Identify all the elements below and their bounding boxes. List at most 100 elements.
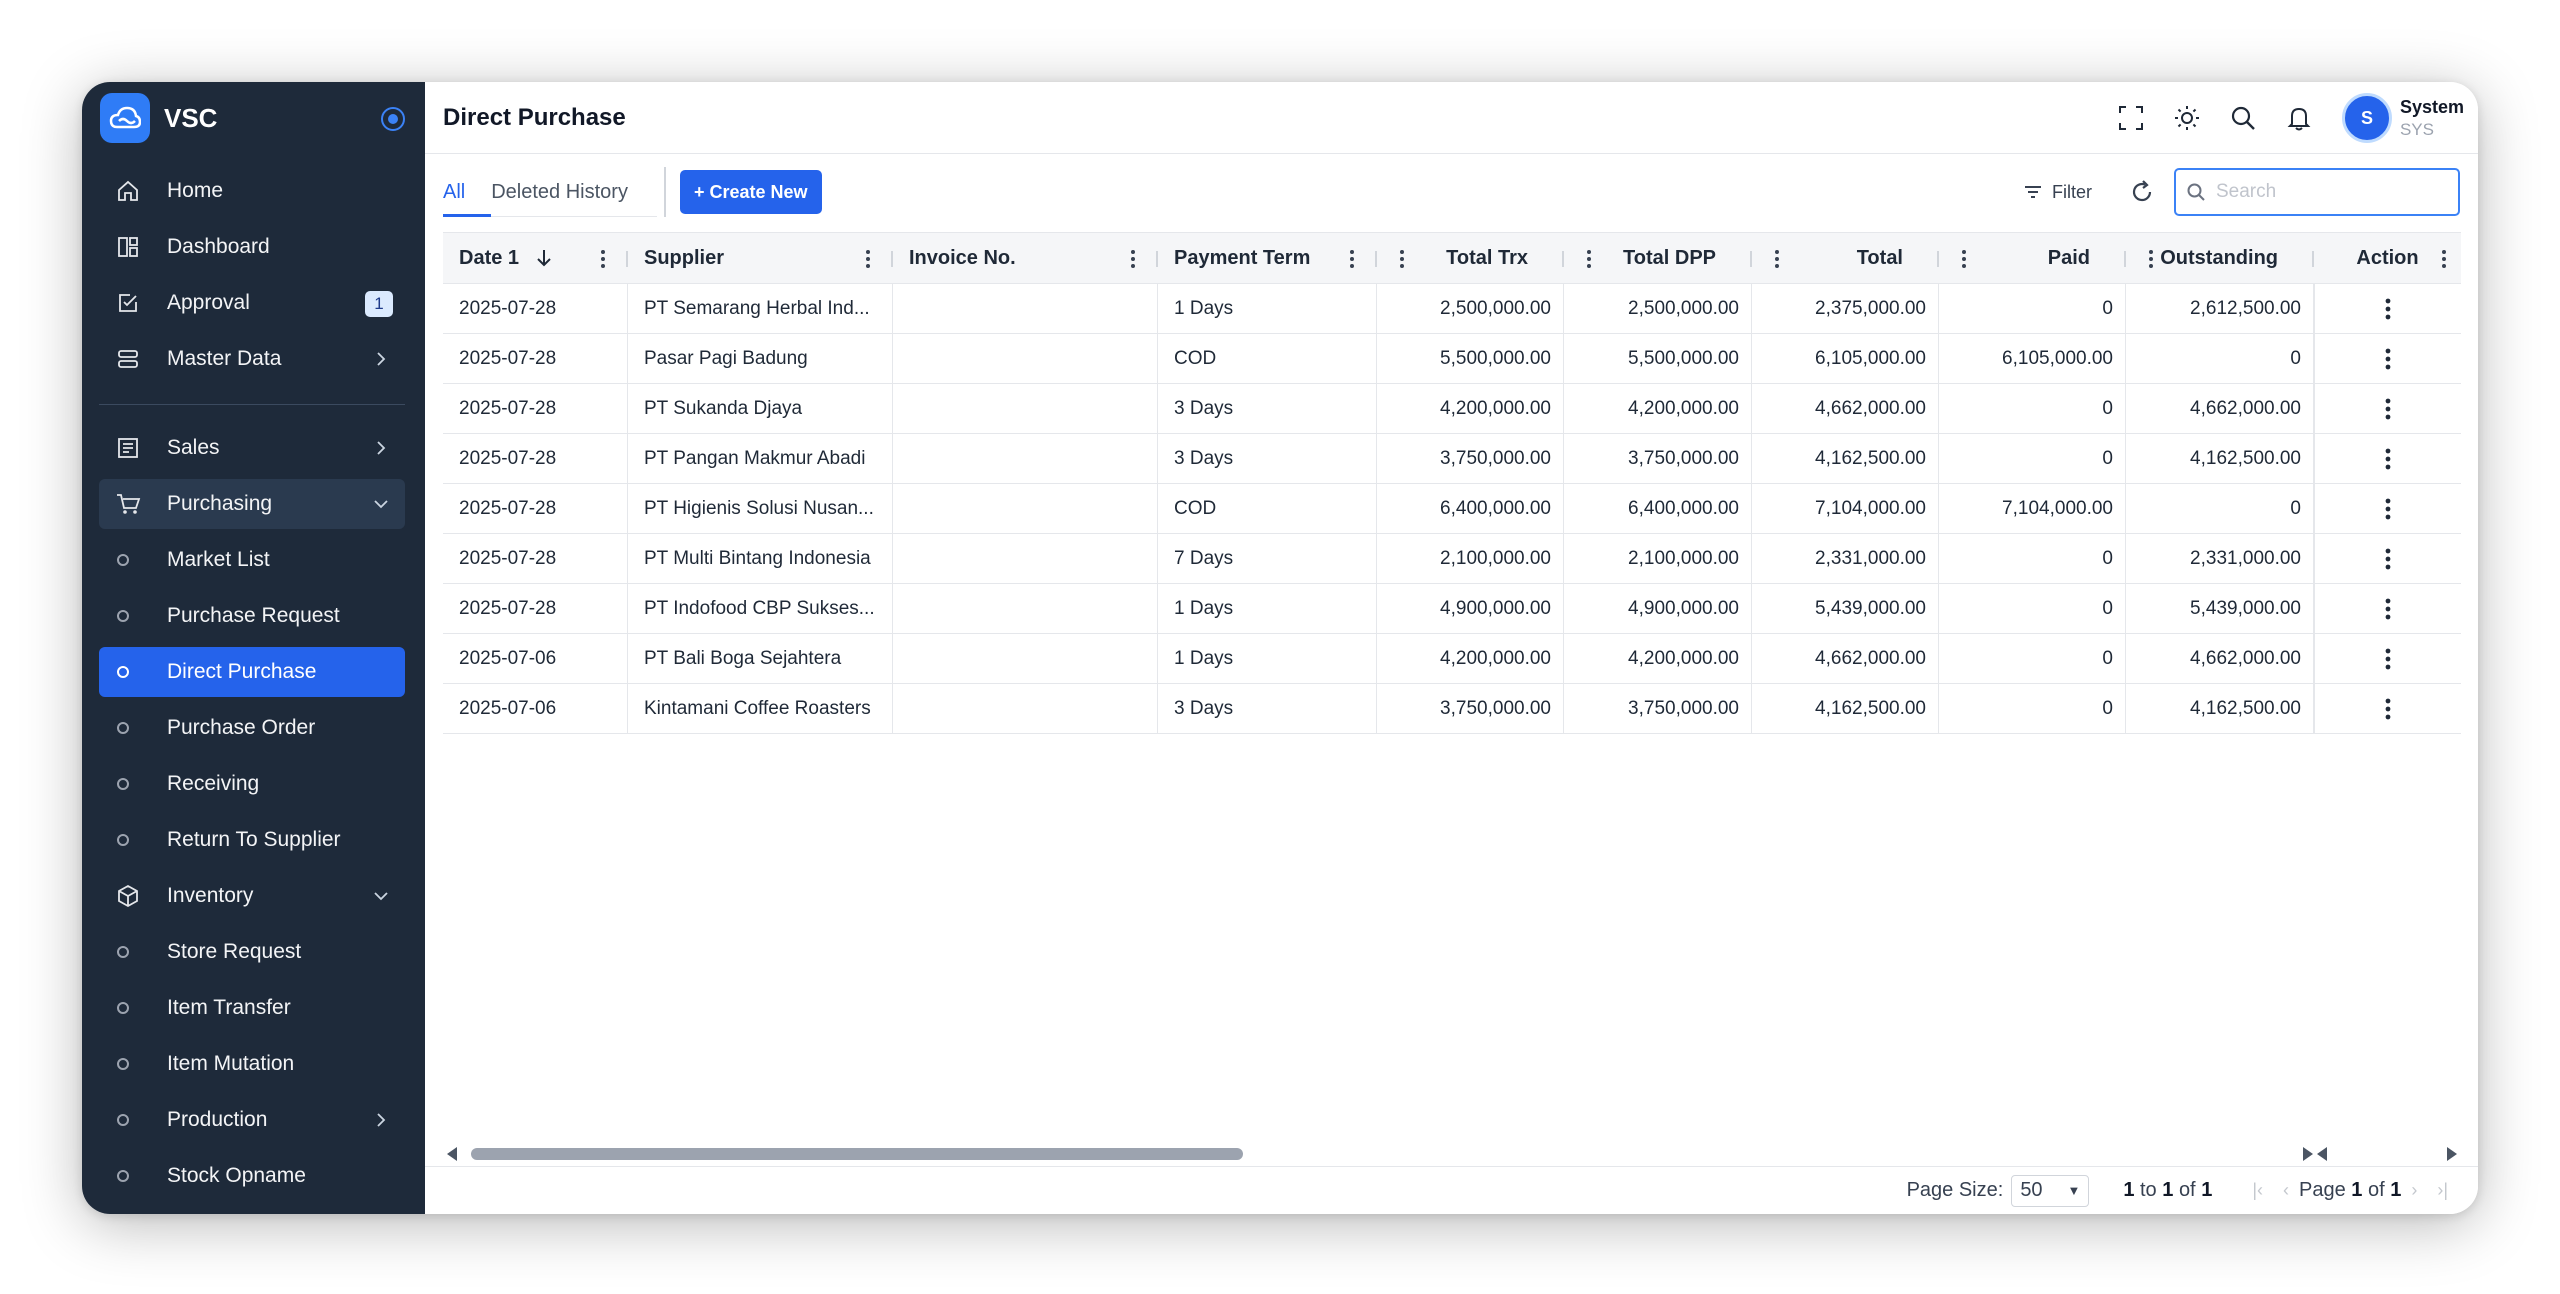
column-menu-icon[interactable] (865, 249, 871, 269)
sidebar-item-receiving[interactable]: Receiving (99, 759, 405, 809)
table-row[interactable]: 2025-07-28 Pasar Pagi Badung COD 5,500,000.… (443, 334, 2461, 384)
row-action-menu-icon[interactable] (2314, 484, 2461, 533)
cell-dpp: 2,500,000.00 (1564, 284, 1752, 333)
cell-invoice (893, 534, 1158, 583)
column-header-total-dpp[interactable]: Total DPP (1564, 233, 1752, 283)
sidebar-item-dashboard[interactable]: Dashboard (99, 222, 405, 272)
sidebar-item-sales[interactable]: Sales (99, 423, 405, 473)
column-menu-icon[interactable] (1586, 249, 1592, 269)
filter-button[interactable]: Filter (2022, 181, 2092, 203)
table-row[interactable]: 2025-07-28 PT Semarang Herbal Ind... 1 Day… (443, 284, 2461, 334)
chevron-down-icon (374, 892, 388, 901)
column-header-date[interactable]: Date 1 (443, 233, 628, 283)
column-header-paid[interactable]: Paid (1939, 233, 2126, 283)
scroll-thumb[interactable] (471, 1148, 1243, 1160)
sidebar-item-purchase-order[interactable]: Purchase Order (99, 703, 405, 753)
sidebar-item-production[interactable]: Production (99, 1095, 405, 1145)
column-header-action[interactable]: Action (2314, 233, 2461, 283)
sidebar-item-item-transfer[interactable]: Item Transfer (99, 983, 405, 1033)
sidebar-item-inventory[interactable]: Inventory (99, 871, 405, 921)
column-header-invoice[interactable]: Invoice No. (893, 233, 1158, 283)
table-row[interactable]: 2025-07-28 PT Higienis Solusi Nusan... COD… (443, 484, 2461, 534)
row-action-menu-icon[interactable] (2314, 634, 2461, 683)
create-new-button[interactable]: + Create New (679, 170, 822, 214)
table-row[interactable]: 2025-07-28 PT Sukanda Djaya 3 Days 4,200,00… (443, 384, 2461, 434)
table-row[interactable]: 2025-07-28 PT Multi Bintang Indonesia 7 Da… (443, 534, 2461, 584)
sidebar-item-item-mutation[interactable]: Item Mutation (99, 1039, 405, 1089)
search-field[interactable] (2174, 168, 2460, 216)
column-menu-icon[interactable] (1130, 249, 1136, 269)
column-menu-icon[interactable] (2148, 249, 2154, 269)
box-icon (113, 881, 143, 911)
cell-date: 2025-07-06 (443, 684, 628, 733)
previous-page-icon[interactable]: ‹ (2283, 1180, 2289, 1201)
sidebar-item-purchasing[interactable]: Purchasing (99, 479, 405, 529)
range-to: 1 (2162, 1179, 2174, 1201)
cell-outstanding: 4,662,000.00 (2126, 384, 2314, 433)
sidebar-item-market-list[interactable]: Market List (99, 535, 405, 585)
header-label: Payment Term (1174, 246, 1311, 269)
sidebar-item-purchase-request[interactable]: Purchase Request (99, 591, 405, 641)
cell-outstanding: 4,162,500.00 (2126, 684, 2314, 733)
toolbar-separator (663, 167, 666, 217)
next-page-icon[interactable]: › (2411, 1180, 2417, 1201)
scroll-left-icon[interactable] (2317, 1147, 2327, 1161)
search-input[interactable] (2216, 181, 2446, 203)
notification-bell-icon[interactable] (2282, 101, 2316, 135)
row-action-menu-icon[interactable] (2314, 584, 2461, 633)
sidebar-item-direct-purchase[interactable]: Direct Purchase (99, 647, 405, 697)
fullscreen-icon[interactable] (2114, 101, 2148, 135)
sidebar-item-store-request[interactable]: Store Request (99, 927, 405, 977)
row-action-menu-icon[interactable] (2314, 534, 2461, 583)
sidebar-item-return-to-supplier[interactable]: Return To Supplier (99, 815, 405, 865)
user-name: System (2399, 97, 2464, 118)
row-action-menu-icon[interactable] (2314, 434, 2461, 483)
horizontal-scrollbar[interactable] (443, 1142, 2461, 1164)
table-row[interactable]: 2025-07-06 Kintamani Coffee Roasters 3 Day… (443, 684, 2461, 734)
column-menu-icon[interactable] (1349, 249, 1355, 269)
search-icon (2187, 183, 2205, 201)
column-header-total[interactable]: Total (1752, 233, 1939, 283)
sidebar-item-home[interactable]: Home (99, 166, 405, 216)
row-action-menu-icon[interactable] (2314, 284, 2461, 333)
column-menu-icon[interactable] (1961, 249, 1967, 269)
header-label: Total Trx (1446, 246, 1528, 269)
column-header-payment-term[interactable]: Payment Term (1158, 233, 1377, 283)
dashboard-icon (113, 232, 143, 262)
sidebar-item-master-data[interactable]: Master Data (99, 334, 405, 384)
table-row[interactable]: 2025-07-06 PT Bali Boga Sejahtera 1 Days 4,… (443, 634, 2461, 684)
sidebar-item-approval[interactable]: Approval 1 (99, 278, 405, 328)
approval-icon (113, 288, 143, 318)
cell-dpp: 6,400,000.00 (1564, 484, 1752, 533)
scroll-right-icon[interactable] (2447, 1147, 2457, 1161)
row-action-menu-icon[interactable] (2314, 684, 2461, 733)
scroll-left-icon[interactable] (447, 1147, 457, 1161)
refresh-icon[interactable] (2128, 178, 2156, 206)
table-row[interactable]: 2025-07-28 PT Indofood CBP Sukses... 1 Day… (443, 584, 2461, 634)
page-size-select[interactable]: 50 ▼ (2011, 1174, 2090, 1207)
sidebar-item-stock-opname[interactable]: Stock Opname (99, 1151, 405, 1201)
row-action-menu-icon[interactable] (2314, 334, 2461, 383)
topbar: Direct Purchase S System SYS (425, 82, 2478, 154)
first-page-icon[interactable]: |‹ (2252, 1180, 2263, 1201)
cell-paid: 0 (1939, 634, 2126, 683)
theme-sun-icon[interactable] (2170, 101, 2204, 135)
sidebar-toggle-icon[interactable] (381, 107, 405, 131)
column-header-supplier[interactable]: Supplier (628, 233, 893, 283)
column-header-outstanding[interactable]: Outstanding (2126, 233, 2314, 283)
column-header-total-trx[interactable]: Total Trx (1377, 233, 1564, 283)
column-menu-icon[interactable] (1774, 249, 1780, 269)
tab-all[interactable]: All (443, 181, 465, 214)
tab-deleted-history[interactable]: Deleted History (491, 181, 628, 214)
scroll-right-icon[interactable] (2303, 1147, 2313, 1161)
search-icon[interactable] (2226, 101, 2260, 135)
column-menu-icon[interactable] (600, 249, 606, 269)
sort-descending-icon[interactable] (535, 247, 553, 269)
last-page-icon[interactable]: ›| (2437, 1180, 2448, 1201)
row-action-menu-icon[interactable] (2314, 384, 2461, 433)
table-row[interactable]: 2025-07-28 PT Pangan Makmur Abadi 3 Days 3,… (443, 434, 2461, 484)
column-menu-icon[interactable] (2441, 249, 2447, 269)
user-menu[interactable]: S System SYS (2341, 93, 2464, 143)
column-menu-icon[interactable] (1399, 249, 1405, 269)
page-indicator: Page 1 of 1 (2299, 1179, 2401, 1202)
